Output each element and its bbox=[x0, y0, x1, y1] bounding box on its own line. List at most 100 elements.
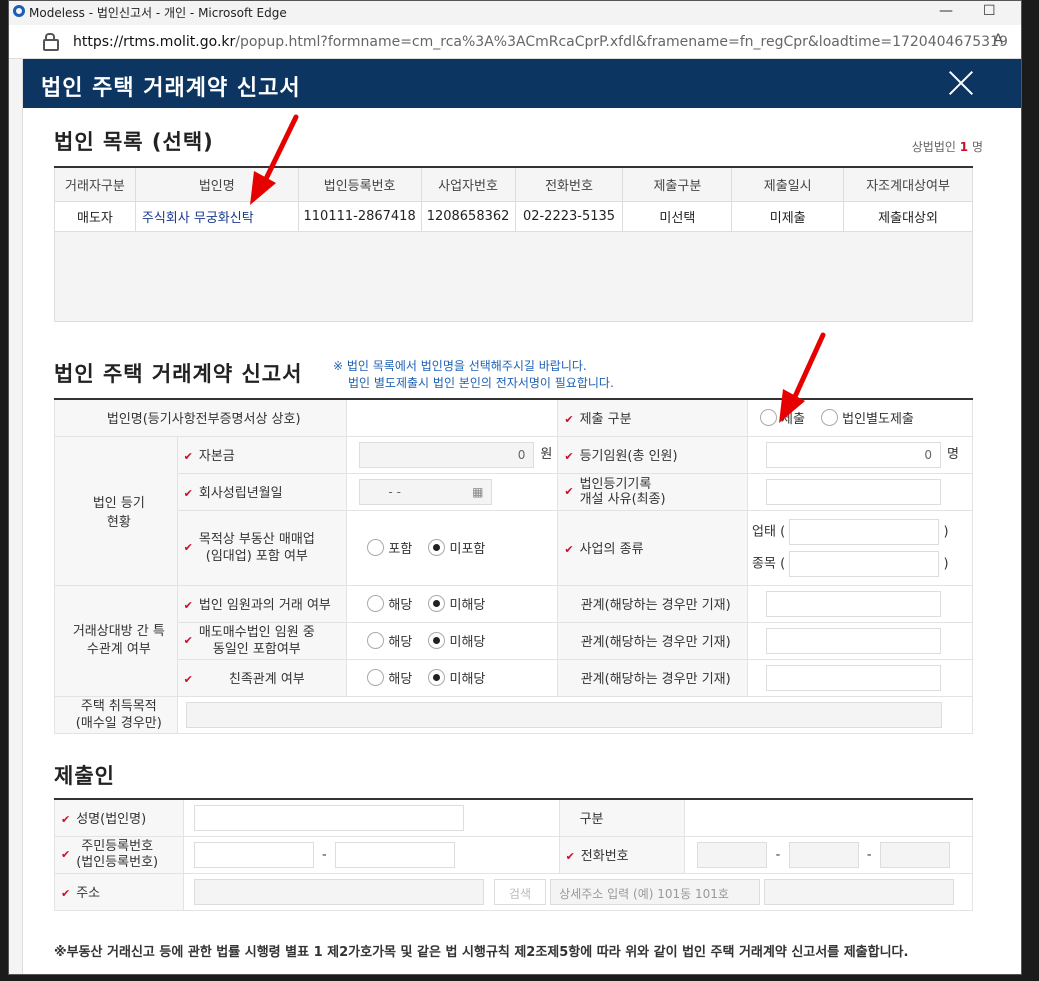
notice-text: ※ 법인 목록에서 법인명을 선택해주시길 바랍니다. 법인 별도제출시 법인 … bbox=[333, 359, 614, 390]
annotation-arrow-icon bbox=[250, 114, 299, 205]
biz-category-input[interactable] bbox=[789, 518, 940, 545]
id-back-input[interactable] bbox=[335, 841, 456, 868]
est-date-input[interactable]: - - ▦ bbox=[359, 478, 493, 505]
rel2-input[interactable] bbox=[766, 627, 942, 654]
column-header: 사업자번호 bbox=[420, 166, 516, 202]
cell-reg-no: 110111-2867418 bbox=[297, 200, 422, 232]
biz-item-input[interactable] bbox=[789, 550, 940, 577]
corp-list-table: 거래자구분 법인명 법인등록번호 사업자번호 전화번호 제출구분 제출일시 자조… bbox=[54, 166, 973, 322]
required-icon: ✔ bbox=[61, 813, 71, 827]
include-radio[interactable] bbox=[367, 539, 385, 556]
corp-list-title: 법인 목록 (선택) bbox=[54, 130, 214, 154]
purpose-label: ✔목적상 부동산 매매업 (임대업) 포함 여부 bbox=[176, 509, 348, 586]
table-row[interactable]: 매도자 주식회사 무궁화신탁 110111-2867418 1208658362… bbox=[54, 200, 973, 232]
rel3-no-radio[interactable] bbox=[428, 669, 446, 686]
calendar-icon[interactable]: ▦ bbox=[472, 485, 483, 499]
address-bar[interactable]: https://rtms.molit.go.kr/popup.html?form… bbox=[9, 25, 1021, 59]
acq-purpose-input[interactable] bbox=[185, 701, 942, 728]
name-label: ✔ 성명(법인명) bbox=[54, 798, 184, 837]
corp-name-value bbox=[346, 398, 559, 437]
rel1-no-radio[interactable] bbox=[428, 595, 446, 612]
rel2-note-label: 관계(해당하는 경우만 기재) bbox=[557, 621, 749, 660]
exclude-radio[interactable] bbox=[428, 539, 446, 556]
rel2-label: ✔매도매수법인 임원 중 동일인 포함여부 bbox=[176, 621, 348, 660]
rel3-label: ✔ 친족관계 여부 bbox=[176, 658, 348, 697]
cell-biz-no: 1208658362 bbox=[420, 200, 516, 232]
type-label: 구분 bbox=[558, 798, 686, 837]
required-icon: ✔ bbox=[61, 887, 71, 900]
required-icon: ✔ bbox=[565, 850, 575, 863]
popup-title: 법인 주택 거래계약 신고서 bbox=[41, 76, 301, 101]
column-header: 전화번호 bbox=[514, 166, 624, 202]
required-icon: ✔ bbox=[564, 450, 574, 463]
required-icon: ✔ bbox=[564, 543, 574, 556]
rel3-note-label: 관계(해당하는 경우만 기재) bbox=[557, 658, 749, 697]
address-search-button[interactable]: 검색 bbox=[493, 878, 547, 905]
legal-footer-text: ※부동산 거래신고 등에 관한 법률 시행령 별표 1 제2가호가목 및 같은 … bbox=[54, 945, 909, 960]
corp-count: 상법법인 1 명 bbox=[911, 140, 983, 154]
address-input[interactable] bbox=[193, 878, 484, 905]
close-icon[interactable] bbox=[947, 69, 975, 97]
rel2-no-radio[interactable] bbox=[428, 632, 446, 649]
phone1-input[interactable] bbox=[697, 841, 768, 868]
window-title: Modeless - 법인신고서 - 개인 - Microsoft Edge bbox=[29, 6, 287, 20]
cell-submit-type: 미선택 bbox=[622, 200, 733, 232]
submitter-form: ✔ 성명(법인명) 구분 ✔주민등록번호 (법인등록번호) - ✔ 전화번호 - - … bbox=[54, 798, 974, 911]
capital-input[interactable]: 0 bbox=[359, 441, 535, 468]
officers-input[interactable]: 0 bbox=[766, 441, 942, 468]
column-header: 자조계대상여부 bbox=[843, 166, 973, 202]
rel1-yes-radio[interactable] bbox=[367, 595, 385, 612]
reader-mode-icon[interactable]: A bbox=[993, 32, 1003, 48]
reg-reason-label: ✔ 법인등기기록 개설 사유(최종) bbox=[557, 472, 749, 511]
url-text[interactable]: https://rtms.molit.go.kr/popup.html?form… bbox=[73, 34, 1008, 50]
report-form: 법인명(등기사항전부증명서상 상호) ✔ 제출 구분 제출 법인별도제출 법인 등… bbox=[53, 398, 974, 734]
phone3-input[interactable] bbox=[879, 841, 950, 868]
required-icon: ✔ bbox=[183, 541, 193, 554]
phone2-input[interactable] bbox=[788, 841, 859, 868]
rel2-yes-radio[interactable] bbox=[367, 632, 385, 649]
window-titlebar: Modeless - 법인신고서 - 개인 - Microsoft Edge —… bbox=[9, 1, 1021, 25]
cell-phone: 02-2223-5135 bbox=[514, 200, 624, 232]
phone-label: ✔ 전화번호 bbox=[558, 835, 686, 874]
required-icon: ✔ bbox=[61, 848, 71, 861]
biz-type-label: ✔ 사업의 종류 bbox=[557, 509, 749, 586]
capital-label: ✔ 자본금 bbox=[176, 435, 348, 474]
acq-purpose-label: 주택 취득목적 (매수일 경우만) bbox=[54, 695, 178, 734]
address-label: ✔ 주소 bbox=[54, 872, 184, 911]
browser-window: Modeless - 법인신고서 - 개인 - Microsoft Edge —… bbox=[8, 0, 1022, 975]
submitter-title: 제출인 bbox=[54, 764, 115, 788]
required-icon: ✔ bbox=[183, 673, 193, 686]
edge-icon bbox=[13, 5, 25, 17]
column-header: 제출구분 bbox=[622, 166, 733, 202]
name-input[interactable] bbox=[193, 804, 464, 831]
background-page-edge bbox=[9, 59, 23, 974]
detail-address-input[interactable]: 상세주소 입력 (예) 101동 101호 bbox=[550, 878, 761, 905]
rel1-note-label: 관계(해당하는 경우만 기재) bbox=[557, 584, 749, 623]
required-icon: ✔ bbox=[183, 487, 193, 500]
table-empty-area bbox=[54, 230, 973, 322]
cell-submit-date: 미제출 bbox=[731, 200, 845, 232]
corp-reg-status-label: 법인 등기현황 bbox=[54, 435, 178, 586]
table-header-row: 거래자구분 법인명 법인등록번호 사업자번호 전화번호 제출구분 제출일시 자조… bbox=[54, 166, 973, 202]
cell-role: 매도자 bbox=[54, 200, 136, 232]
column-header: 거래자구분 bbox=[54, 166, 136, 202]
popup-content: 법인 목록 (선택) 상법법인 1 명 거래자구분 법인명 법인등록번호 사업자… bbox=[23, 108, 1021, 974]
id-front-input[interactable] bbox=[193, 841, 314, 868]
required-icon: ✔ bbox=[564, 485, 574, 498]
rel3-input[interactable] bbox=[766, 664, 942, 691]
rel3-yes-radio[interactable] bbox=[367, 669, 385, 686]
rel1-input[interactable] bbox=[766, 590, 942, 617]
cell-target: 제출대상외 bbox=[843, 200, 973, 232]
column-header: 법인등록번호 bbox=[297, 166, 422, 202]
column-header: 제출일시 bbox=[731, 166, 845, 202]
officers-label: ✔ 등기임원(총 인원) bbox=[557, 435, 749, 474]
minimize-icon[interactable]: — bbox=[939, 3, 953, 19]
required-icon: ✔ bbox=[183, 634, 193, 647]
required-icon: ✔ bbox=[183, 599, 193, 612]
reg-reason-input[interactable] bbox=[766, 478, 942, 505]
popup-header: 법인 주택 거래계약 신고서 bbox=[23, 59, 1021, 108]
relation-group-label: 거래상대방 간 특수관계 여부 bbox=[54, 584, 178, 697]
maximize-icon[interactable]: ☐ bbox=[983, 3, 996, 19]
address-extra-input[interactable] bbox=[764, 878, 955, 905]
est-date-label: ✔ 회사성립년월일 bbox=[176, 472, 348, 511]
